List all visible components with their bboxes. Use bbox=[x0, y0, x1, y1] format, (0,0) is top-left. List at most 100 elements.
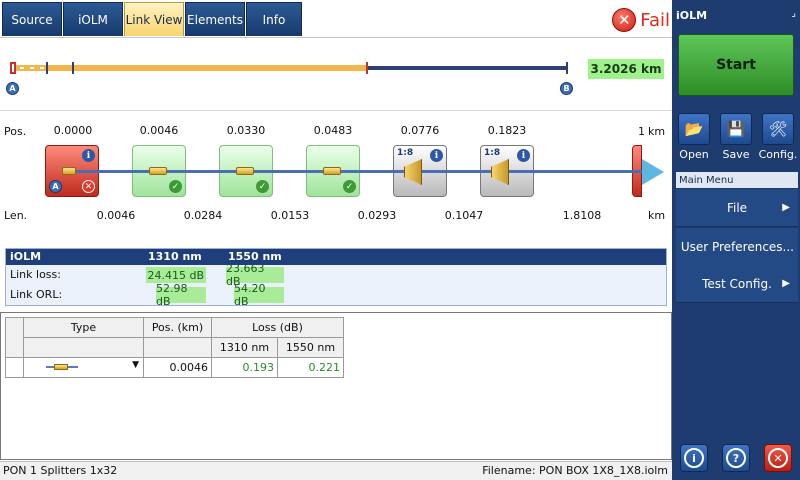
pass-check-icon: ✓ bbox=[169, 180, 182, 193]
connector-icon bbox=[236, 167, 254, 175]
table-row[interactable]: ▼ 0.0046 0.193 0.221 bbox=[5, 357, 344, 378]
length-value: 0.0284 bbox=[183, 209, 223, 222]
link-view-diagram: Pos. 0.0000 0.0046 0.0330 0.0483 0.0776 … bbox=[0, 110, 672, 240]
length-value: 0.0153 bbox=[270, 209, 310, 222]
tab-info[interactable]: Info bbox=[246, 2, 302, 36]
pass-check-icon: ✓ bbox=[343, 180, 356, 193]
status-filename: Filename: PON BOX 1X8_1X8.iolm bbox=[482, 464, 668, 477]
panel-title: iOLM bbox=[676, 9, 708, 22]
help-icon: ? bbox=[726, 448, 746, 468]
pass-check-icon: ✓ bbox=[256, 180, 269, 193]
tab-link-view[interactable]: Link View bbox=[124, 2, 184, 36]
connector-icon bbox=[323, 167, 341, 175]
link-loss-1550: 23.663 dB bbox=[226, 262, 284, 288]
link-summary-table: iOLM 1310 nm 1550 nm Link loss: 24.415 d… bbox=[5, 248, 667, 308]
row-index-cell bbox=[5, 357, 24, 378]
summary-row-label: Link loss: bbox=[10, 268, 61, 281]
about-button[interactable]: i bbox=[680, 444, 708, 472]
table-header-type: Type bbox=[23, 317, 144, 338]
right-panel: iOLM ⌟ Start 📂 💾 🛠 Open Save Config. Mai… bbox=[672, 0, 800, 480]
overview-dash bbox=[30, 67, 34, 69]
info-icon: i bbox=[684, 448, 704, 468]
length-value: 1.8108 bbox=[562, 209, 602, 222]
chevron-down-icon[interactable]: ▼ bbox=[132, 360, 139, 370]
table-header-loss: Loss (dB) bbox=[211, 317, 344, 338]
test-status: ✕ Fail bbox=[612, 6, 670, 34]
save-label: Save bbox=[722, 148, 750, 161]
fail-x-icon: ✕ bbox=[82, 180, 95, 193]
overview-end-tick bbox=[566, 62, 568, 74]
point-a-badge: A bbox=[6, 82, 19, 95]
element-table: Type Pos. (km) Loss (dB) 1310 nm 1550 nm… bbox=[5, 317, 344, 378]
floppy-disk-icon: 💾 bbox=[726, 120, 746, 138]
chevron-right-icon: ▶ bbox=[782, 202, 790, 213]
info-icon[interactable]: i bbox=[430, 149, 443, 162]
pin-icon[interactable]: ⌟ bbox=[791, 8, 796, 19]
close-icon: ✕ bbox=[768, 448, 788, 468]
position-value: 0.0483 bbox=[313, 124, 353, 137]
table-subheader-blank bbox=[23, 337, 144, 358]
config-label: Config. bbox=[758, 148, 798, 161]
pos-unit: km bbox=[648, 125, 666, 138]
type-select[interactable]: ▼ bbox=[23, 357, 144, 378]
len-unit: km bbox=[648, 209, 666, 222]
menu-item-label: User Preferences... bbox=[680, 239, 794, 254]
overview-tick bbox=[72, 62, 74, 74]
length-value: 0.1047 bbox=[444, 209, 484, 222]
status-config: PON 1 Splitters 1x32 bbox=[3, 464, 118, 477]
chevron-right-icon: ▶ bbox=[782, 278, 790, 289]
menu-item-label: Test Config. bbox=[702, 276, 772, 291]
start-button[interactable]: Start bbox=[678, 34, 794, 96]
overview-fault-tick bbox=[366, 62, 368, 74]
scroll-right-arrow-icon[interactable] bbox=[642, 159, 664, 185]
menu-item-file[interactable]: File ▶ bbox=[676, 189, 798, 227]
length-value: 0.0046 bbox=[96, 209, 136, 222]
info-icon[interactable]: i bbox=[82, 149, 95, 162]
connector-type-icon bbox=[54, 364, 68, 370]
config-button[interactable]: 🛠 bbox=[762, 113, 794, 145]
save-button[interactable]: 💾 bbox=[720, 113, 752, 145]
folder-open-icon: 📂 bbox=[684, 120, 704, 138]
link-overview: A B 3.2026 km bbox=[0, 40, 672, 100]
table-subheader-row: 1310 nm 1550 nm bbox=[6, 337, 344, 358]
overview-highlight bbox=[12, 65, 368, 71]
open-button[interactable]: 📂 bbox=[678, 113, 710, 145]
point-a-badge: A bbox=[49, 180, 62, 193]
position-value: 1 bbox=[638, 125, 645, 138]
menu-item-label: File bbox=[726, 200, 748, 215]
position-value: 0.0776 bbox=[400, 124, 440, 137]
summary-row-link-loss: Link loss: 24.415 dB 23.663 dB bbox=[6, 262, 666, 288]
help-button[interactable]: ? bbox=[722, 444, 750, 472]
loss-1310-cell: 0.193 bbox=[211, 357, 278, 378]
overview-tick bbox=[46, 62, 48, 74]
summary-header-title: iOLM bbox=[10, 250, 42, 263]
summary-row-label: Link ORL: bbox=[10, 288, 63, 301]
table-header-pos: Pos. (km) bbox=[143, 317, 212, 338]
position-value: 0.0330 bbox=[226, 124, 266, 137]
link-length: 3.2026 km bbox=[588, 59, 664, 79]
len-label: Len. bbox=[4, 209, 28, 222]
splitter-ratio: 1:8 bbox=[397, 148, 414, 158]
tab-source[interactable]: Source bbox=[2, 2, 62, 36]
summary-header: iOLM 1310 nm 1550 nm bbox=[6, 249, 666, 265]
overview-start-marker bbox=[10, 62, 16, 74]
point-b-badge: B bbox=[560, 82, 573, 95]
fiber-stub-icon bbox=[68, 366, 78, 368]
overview-dash bbox=[20, 67, 24, 69]
link-orl-1550: 54.20 dB bbox=[234, 282, 284, 308]
table-header-row: Type Pos. (km) Loss (dB) bbox=[5, 317, 344, 358]
tools-icon: 🛠 bbox=[768, 120, 788, 138]
main-menu-title: Main Menu bbox=[676, 172, 798, 188]
close-button[interactable]: ✕ bbox=[764, 444, 792, 472]
launch-connector-icon bbox=[62, 167, 76, 175]
menu-item-user-preferences[interactable]: User Preferences... bbox=[676, 228, 798, 266]
link-loss-1310: 24.415 dB bbox=[146, 267, 206, 283]
info-icon[interactable]: i bbox=[517, 149, 530, 162]
tab-iolm[interactable]: iOLM bbox=[63, 2, 123, 36]
tab-elements[interactable]: Elements bbox=[185, 2, 245, 36]
position-value: 0.0000 bbox=[53, 124, 93, 137]
fail-label: Fail bbox=[640, 9, 670, 31]
menu-item-test-config[interactable]: Test Config. ▶ bbox=[676, 265, 798, 303]
open-label: Open bbox=[679, 148, 709, 161]
summary-row-link-orl: Link ORL: 52.98 dB 54.20 dB bbox=[6, 282, 666, 308]
